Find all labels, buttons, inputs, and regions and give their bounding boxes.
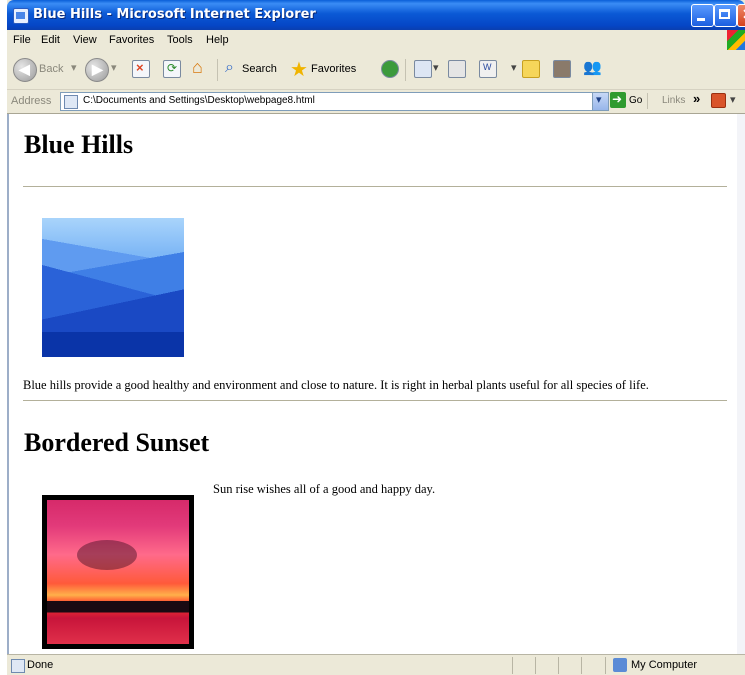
title-bar[interactable]: Blue Hills - Microsoft Internet Explorer (7, 0, 745, 30)
ie-page-icon (13, 8, 29, 24)
history-icon[interactable] (381, 60, 399, 78)
status-bar: Done My Computer (7, 654, 745, 675)
sunset-image (47, 500, 189, 644)
links-chevron[interactable]: » (693, 91, 700, 106)
extension-dropdown-icon[interactable]: ▾ (730, 93, 736, 106)
back-dropdown-icon[interactable]: ▾ (71, 61, 77, 74)
forward-dropdown-icon[interactable]: ▾ (111, 61, 117, 74)
my-computer-icon (613, 658, 627, 672)
back-button-label[interactable]: Back (39, 63, 63, 75)
ie-window: Blue Hills - Microsoft Internet Explorer… (7, 0, 745, 675)
toolbar-extension-icon[interactable] (711, 93, 726, 108)
page-status-icon (11, 659, 25, 673)
status-divider (558, 657, 559, 674)
mail-icon[interactable] (414, 60, 432, 78)
toolbar-divider (217, 59, 218, 81)
horizontal-rule (23, 400, 727, 402)
go-button-label[interactable]: Go (629, 95, 642, 106)
toolbar-divider (405, 59, 406, 81)
menu-help[interactable]: Help (206, 34, 229, 46)
messenger-icon[interactable]: 👥 (583, 59, 602, 76)
security-zone: My Computer (631, 659, 698, 671)
menu-view[interactable]: View (73, 34, 97, 46)
vertical-scrollbar[interactable] (737, 114, 745, 654)
status-text: Done (27, 659, 54, 671)
forward-arrow-icon[interactable] (85, 58, 109, 82)
refresh-icon[interactable]: ⟳ (163, 60, 181, 78)
go-arrow-icon[interactable] (610, 92, 626, 108)
horizontal-rule (23, 186, 727, 188)
favorites-star-icon[interactable]: ★ (290, 57, 308, 82)
mail-dropdown-icon[interactable]: ▾ (433, 61, 439, 74)
discuss-icon[interactable] (522, 60, 540, 78)
menu-favorites[interactable]: Favorites (109, 34, 154, 46)
status-divider (581, 657, 582, 674)
status-divider (535, 657, 536, 674)
links-label[interactable]: Links (662, 95, 685, 106)
status-divider (512, 657, 513, 674)
menu-edit[interactable]: Edit (41, 34, 60, 46)
print-icon[interactable] (448, 60, 466, 78)
sunset-image-border (42, 495, 194, 649)
stop-icon[interactable]: × (132, 60, 150, 78)
window-title: Blue Hills - Microsoft Internet Explorer (33, 7, 316, 22)
menu-file[interactable]: File (13, 34, 31, 46)
status-divider (605, 657, 606, 674)
search-button-label[interactable]: Search (242, 63, 277, 75)
heading-bordered-sunset: Bordered Sunset (24, 428, 210, 457)
heading-blue-hills: Blue Hills (24, 130, 134, 159)
address-dropdown-icon[interactable] (592, 93, 608, 110)
address-url[interactable]: C:\Documents and Settings\Desktop\webpag… (83, 95, 315, 106)
windows-logo-icon (727, 30, 745, 50)
home-icon[interactable]: ⌂ (192, 57, 208, 77)
sunset-paragraph: Sun rise wishes all of a good and happy … (213, 482, 436, 496)
toolbar-divider (647, 93, 648, 109)
address-input[interactable]: C:\Documents and Settings\Desktop\webpag… (60, 92, 609, 111)
maximize-button[interactable] (714, 4, 737, 27)
blue-hills-paragraph: Blue hills provide a good healthy and en… (23, 378, 649, 392)
page-icon (64, 95, 78, 109)
research-icon[interactable] (553, 60, 571, 78)
back-arrow-icon[interactable] (13, 58, 37, 82)
standard-toolbar: Back ▾ ▾ × ⟳ ⌂ ⌕ Search ★ Favorites ▾ W … (7, 51, 745, 90)
blue-hills-image (42, 218, 184, 357)
search-icon[interactable]: ⌕ (225, 59, 234, 77)
edit-dropdown-icon[interactable]: ▾ (511, 61, 517, 74)
favorites-button-label[interactable]: Favorites (311, 63, 356, 75)
minimize-button[interactable] (691, 4, 714, 27)
menu-bar: File Edit View Favorites Tools Help (7, 30, 745, 52)
edit-icon[interactable]: W (479, 60, 497, 78)
close-button[interactable] (737, 4, 745, 27)
address-label: Address (11, 95, 52, 107)
address-bar: Address C:\Documents and Settings\Deskto… (7, 90, 745, 114)
page-content: Blue Hills Blue hills provide a good hea… (7, 114, 737, 654)
menu-tools[interactable]: Tools (167, 34, 193, 46)
